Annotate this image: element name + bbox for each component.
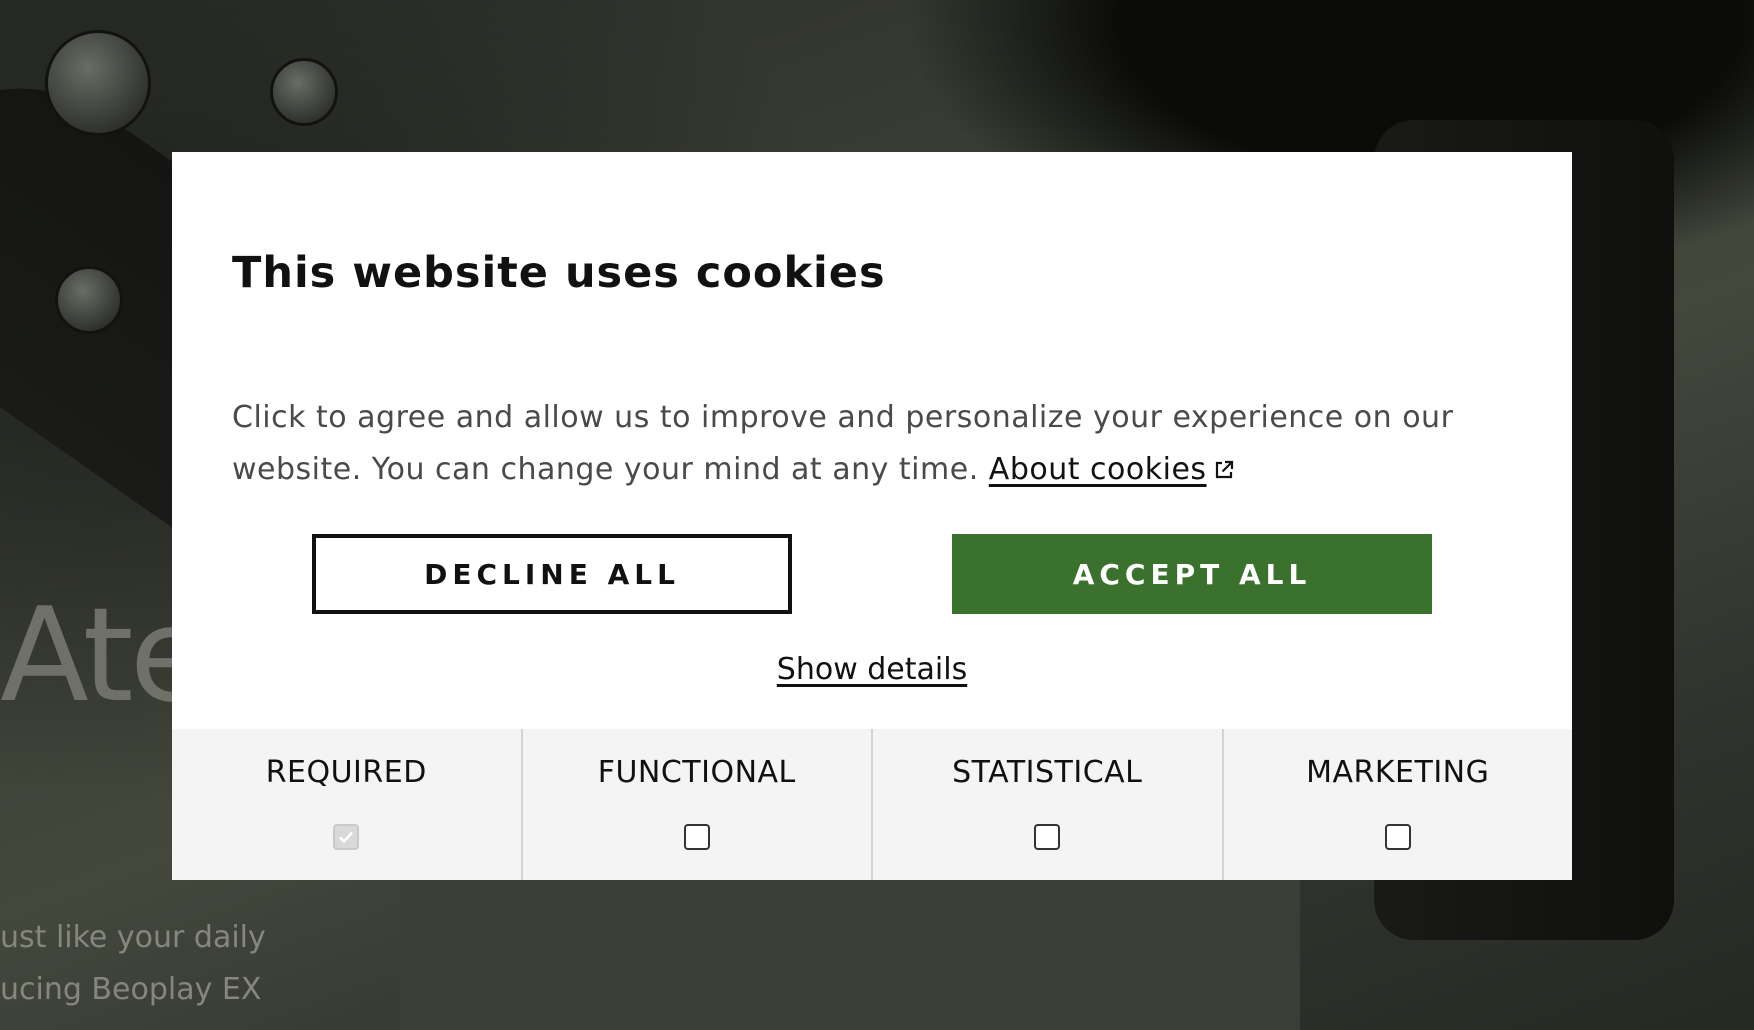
category-statistical: STATISTICAL <box>871 729 1222 880</box>
category-label: MARKETING <box>1306 755 1490 790</box>
category-marketing: MARKETING <box>1221 729 1573 880</box>
external-link-icon <box>1215 460 1233 479</box>
background-text-line: ust like your daily <box>0 920 266 955</box>
functional-checkbox[interactable] <box>683 824 710 850</box>
accept-all-button[interactable]: ACCEPT ALL <box>952 534 1432 614</box>
background-dot <box>270 58 338 126</box>
category-label: REQUIRED <box>265 755 427 790</box>
dialog-body-text: Click to agree and allow us to improve a… <box>232 400 1454 487</box>
checkmark-icon <box>339 831 354 844</box>
statistical-checkbox[interactable] <box>1034 824 1061 850</box>
marketing-checkbox[interactable] <box>1384 824 1411 850</box>
dialog-title: This website uses cookies <box>232 248 886 298</box>
decline-all-button[interactable]: DECLINE ALL <box>312 534 792 614</box>
background-text-line: ucing Beoplay EX <box>0 972 262 1007</box>
category-label: FUNCTIONAL <box>597 755 796 790</box>
show-details-row: Show details <box>172 652 1572 687</box>
category-required: REQUIRED <box>172 729 521 880</box>
background-dot <box>55 266 123 334</box>
cookie-consent-dialog: This website uses cookies Click to agree… <box>172 152 1572 880</box>
category-label: STATISTICAL <box>952 755 1143 790</box>
show-details-link[interactable]: Show details <box>777 652 967 687</box>
about-cookies-link[interactable]: About cookies <box>989 452 1235 487</box>
category-functional: FUNCTIONAL <box>520 729 872 880</box>
background-light-band <box>400 880 1300 1030</box>
page: Ate ust like your daily ucing Beoplay EX… <box>0 0 1754 1030</box>
cookie-categories: REQUIRED FUNCTIONAL STATISTICAL MARKETIN… <box>172 729 1572 880</box>
about-cookies-label: About cookies <box>988 452 1207 487</box>
background-dot <box>45 30 151 136</box>
required-checkbox <box>333 824 360 850</box>
dialog-description: Click to agree and allow us to improve a… <box>232 392 1492 496</box>
